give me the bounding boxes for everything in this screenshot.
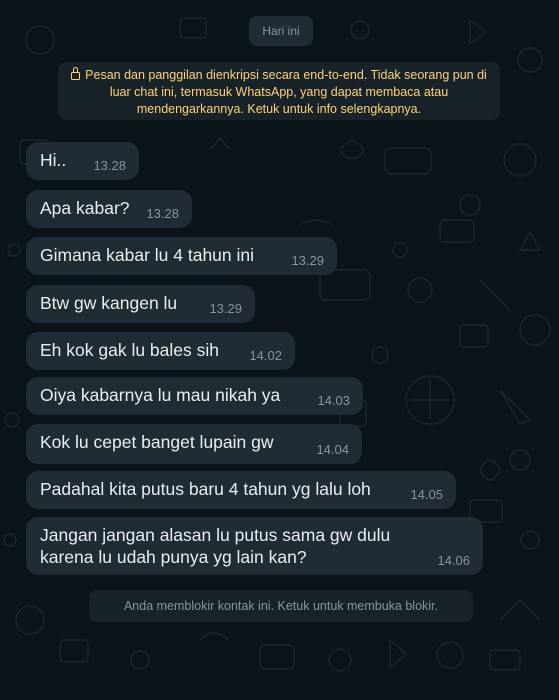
message-text: Jangan jangan alasan lu putus sama gw du… — [40, 525, 391, 567]
message-time: 14.05 — [410, 487, 443, 502]
message-text: Eh kok gak lu bales sih — [40, 340, 219, 360]
date-chip: Hari ini — [249, 16, 313, 46]
message-bubble[interactable]: Gimana kabar lu 4 tahun ini 13.29 — [26, 237, 337, 275]
encryption-notice[interactable]: Pesan dan panggilan dienkripsi secara en… — [58, 62, 500, 120]
message-time: 14.04 — [316, 442, 349, 457]
message-bubble[interactable]: Btw gw kangen lu 13.29 — [26, 285, 255, 323]
message-bubble[interactable]: Kok lu cepet banget lupain gw 14.04 — [26, 424, 362, 464]
message-time: 14.03 — [317, 393, 350, 408]
message-bubble[interactable]: Oiya kabarnya lu mau nikah ya 14.03 — [26, 377, 363, 415]
chat-area: Hari ini Pesan dan panggilan dienkripsi … — [0, 0, 559, 700]
encryption-notice-text: Pesan dan panggilan dienkripsi secara en… — [85, 68, 487, 116]
message-bubble[interactable]: Padahal kita putus baru 4 tahun yg lalu … — [26, 471, 456, 509]
message-time: 13.29 — [291, 253, 324, 268]
message-text: Hi.. — [40, 150, 67, 170]
message-text: Btw gw kangen lu — [40, 293, 178, 313]
message-time: 13.28 — [146, 206, 179, 221]
message-time: 13.28 — [93, 158, 126, 173]
message-text: Oiya kabarnya lu mau nikah ya — [40, 385, 281, 405]
blocked-contact-notice[interactable]: Anda memblokir kontak ini. Ketuk untuk m… — [89, 590, 473, 622]
message-time: 14.06 — [437, 553, 470, 568]
message-text: Gimana kabar lu 4 tahun ini — [40, 245, 255, 265]
message-text: Kok lu cepet banget lupain gw — [40, 432, 274, 452]
message-bubble[interactable]: Jangan jangan alasan lu putus sama gw du… — [26, 517, 483, 575]
message-text: Padahal kita putus baru 4 tahun yg lalu … — [40, 479, 371, 499]
message-bubble[interactable]: Hi.. 13.28 — [26, 142, 139, 180]
lock-icon — [71, 67, 81, 80]
message-time: 14.02 — [249, 348, 282, 363]
message-bubble[interactable]: Apa kabar? 13.28 — [26, 190, 192, 228]
message-time: 13.29 — [209, 301, 242, 316]
message-text: Apa kabar? — [40, 198, 130, 218]
message-bubble[interactable]: Eh kok gak lu bales sih 14.02 — [26, 332, 295, 370]
